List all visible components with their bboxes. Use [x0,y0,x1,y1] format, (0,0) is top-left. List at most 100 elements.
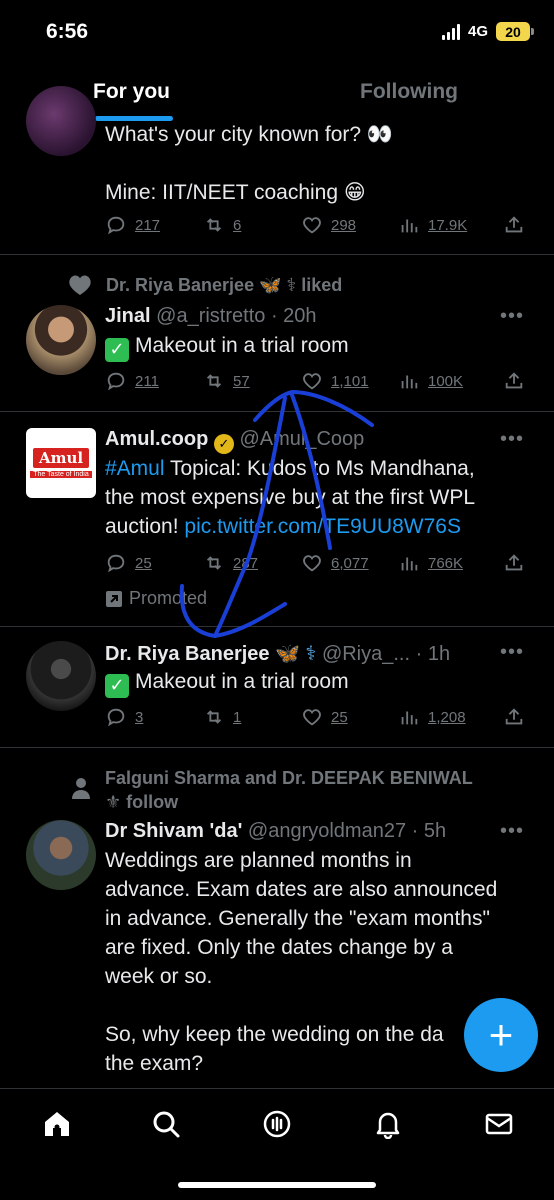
amul-logo-text: Amul [32,448,90,468]
tweet-actions: 25 287 6,077 766K [105,552,525,578]
compose-button[interactable]: + [464,998,538,1072]
share-button[interactable] [503,552,525,574]
tweet-body: ✓ Makeout in a trial room [105,331,349,362]
views-icon [401,375,418,389]
reply-button[interactable]: 3 [105,706,143,728]
amul-logo[interactable]: Amul The Taste of India [26,428,96,498]
views-button[interactable]: 766K [398,552,463,574]
views-button[interactable]: 100K [398,370,463,392]
retweet-icon [206,374,222,388]
reply-icon [107,554,125,573]
tweet-text-line: the most expensive buy at the first WPL [105,486,476,509]
retweet-icon [206,556,222,570]
status-bar: 6:56 4G 20 [0,0,554,66]
retweet-button[interactable]: 6 [203,214,241,236]
share-icon [505,372,523,389]
avatar[interactable] [26,641,96,711]
social-context: Falguni Sharma and Dr. DEEPAK BENIWAL ⚜ … [105,766,473,814]
reply-icon [107,372,125,391]
person-icon [72,778,90,799]
author-handle[interactable]: @Amul_Coop [239,428,364,450]
reply-icon [107,216,125,235]
tweet-text-line: the exam? [105,1052,204,1075]
spaces-icon[interactable] [262,1109,292,1139]
promoted-label: Promoted [105,588,207,609]
tweet-actions: 211 57 1,101 100K [105,370,525,396]
heart-icon [303,555,321,572]
like-button[interactable]: 6,077 [301,552,369,574]
reply-button[interactable]: 217 [105,214,160,236]
social-context-text: Dr. Riya Banerjee 🦋 ⚕ liked [106,274,343,295]
author-name[interactable]: Jinal [105,305,151,327]
promoted-icon [106,590,122,607]
avatar[interactable] [26,820,96,890]
more-options-button[interactable]: ••• [500,641,524,664]
reply-icon [107,708,125,727]
heart-icon [69,275,91,295]
avatar[interactable] [26,86,96,156]
share-button[interactable] [503,214,525,236]
heart-icon [303,709,321,726]
heart-icon [303,217,321,234]
home-icon[interactable] [42,1109,72,1139]
tweet-time: · 1h [415,643,451,665]
tweet-header: Dr Shivam 'da' @angryoldman27 · 5h [105,820,446,843]
tweet-2-promoted[interactable]: Amul The Taste of India Amul.coop ✓ @Amu… [0,412,554,626]
status-time: 6:56 [46,20,89,43]
share-button[interactable] [503,370,525,392]
reply-button[interactable]: 25 [105,552,152,574]
tweet-header: Jinal @a_ristretto · 20h [105,305,317,328]
bell-icon[interactable] [373,1109,403,1139]
mail-icon[interactable] [484,1109,514,1139]
heart-icon [303,373,321,390]
tweet-text-line: are fixed. Only the dates change by a [105,936,453,959]
hashtag-link[interactable]: #Amul [105,457,165,480]
tweet-text-line: What's your city known for? 👀 [105,123,394,146]
more-options-button[interactable]: ••• [500,428,524,451]
author-name[interactable]: Amul.coop [105,428,208,450]
tweet-body: #Amul Topical: Kudos to Ms Mandhana, the… [105,454,475,541]
tweet-1[interactable]: Dr. Riya Banerjee 🦋 ⚕ liked Jinal @a_ris… [0,255,554,410]
battery-icon: 20 [496,22,534,41]
verified-gold-icon: ✓ [213,434,234,454]
tweet-3[interactable]: Dr. Riya Banerjee 🦋 ⚕ @Riya_... · 1h •••… [0,627,554,747]
views-button[interactable]: 1,208 [398,706,466,728]
tab-for-you[interactable]: For you [93,80,170,104]
avatar[interactable] [26,305,96,375]
tweet-text-line: Weddings are planned months in [105,849,412,872]
views-icon [401,219,418,233]
more-options-button[interactable]: ••• [500,305,524,328]
tweet-0[interactable]: What's your city known for? 👀 Mine: IIT/… [0,86,554,254]
network-type: 4G [467,23,488,40]
tab-following[interactable]: Following [360,80,458,104]
tweet-header: Amul.coop ✓ @Amul_Coop [105,428,364,454]
author-handle[interactable]: @angryoldman27 [248,820,406,842]
more-options-button[interactable]: ••• [500,820,524,843]
like-button[interactable]: 1,101 [301,370,369,392]
author-handle[interactable]: @a_ristretto [156,305,265,327]
author-handle[interactable]: @Riya_... [322,643,410,665]
views-icon [401,557,418,571]
tweet-body: What's your city known for? 👀 Mine: IIT/… [105,120,393,207]
tweet-text-line: So, why keep the wedding on the da [105,1023,444,1046]
media-link[interactable]: pic.twitter.com/TE9UU8W76S [184,515,461,538]
retweet-button[interactable]: 57 [203,370,250,392]
like-button[interactable]: 298 [301,214,356,236]
search-icon[interactable] [151,1109,181,1139]
like-button[interactable]: 25 [301,706,348,728]
tweet-text-line: in advance. Generally the "exam months" [105,907,490,930]
share-button[interactable] [503,706,525,728]
tweet-time: · 5h [411,820,447,842]
retweet-button[interactable]: 287 [203,552,258,574]
author-name[interactable]: Dr Shivam 'da' [105,820,242,842]
home-indicator[interactable] [178,1182,376,1188]
views-button[interactable]: 17.9K [398,214,467,236]
views-icon [401,711,418,725]
tweet-text-line: Topical: Kudos to Ms Mandhana, [164,457,475,480]
tweet-time: · 20h [270,305,317,327]
reply-button[interactable]: 211 [105,370,159,392]
tweet-text-line: auction! [105,515,185,538]
name-emoji: 🦋 ⚕ [275,643,317,665]
retweet-button[interactable]: 1 [203,706,241,728]
author-name[interactable]: Dr. Riya Banerjee [105,643,270,665]
